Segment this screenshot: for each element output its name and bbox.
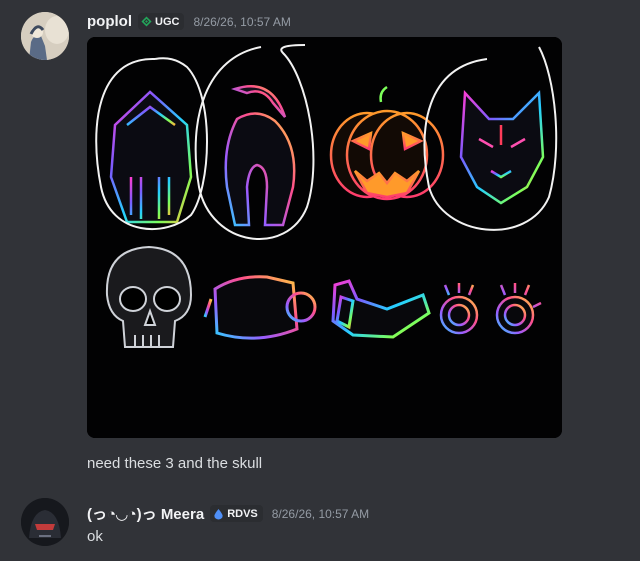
tag-label: UGC: [155, 15, 180, 28]
chat-view: poplol UGC 8/26/26, 10:57 AM need these …: [0, 0, 640, 561]
server-tag[interactable]: RDVS: [210, 505, 263, 522]
rdvs-droplet-icon: [214, 508, 223, 519]
ugc-gem-icon: [141, 16, 152, 27]
message-meera: (っ◔◡◔)っ Meera RDVS 8/26/26, 10:57 AM ok: [0, 490, 640, 561]
timestamp[interactable]: 8/26/26, 10:57 AM: [272, 507, 369, 521]
avatar[interactable]: [21, 12, 69, 60]
message-header: poplol UGC 8/26/26, 10:57 AM: [87, 13, 291, 30]
message-text: ok: [87, 528, 103, 545]
timestamp[interactable]: 8/26/26, 10:57 AM: [193, 15, 290, 29]
image-attachment[interactable]: [87, 37, 562, 438]
message-header: (っ◔◡◔)っ Meera RDVS 8/26/26, 10:57 AM: [87, 503, 369, 524]
message-poplol: poplol UGC 8/26/26, 10:57 AM need these …: [0, 0, 640, 490]
username[interactable]: (っ◔◡◔)っ Meera: [87, 503, 204, 524]
server-tag[interactable]: UGC: [138, 13, 185, 30]
avatar[interactable]: [21, 498, 69, 546]
tag-label: RDVS: [227, 507, 258, 520]
avatar-helmet-icon: [21, 498, 69, 546]
avatar-figure-icon: [21, 12, 69, 60]
message-text: need these 3 and the skull: [87, 455, 263, 472]
username[interactable]: poplol: [87, 13, 132, 30]
